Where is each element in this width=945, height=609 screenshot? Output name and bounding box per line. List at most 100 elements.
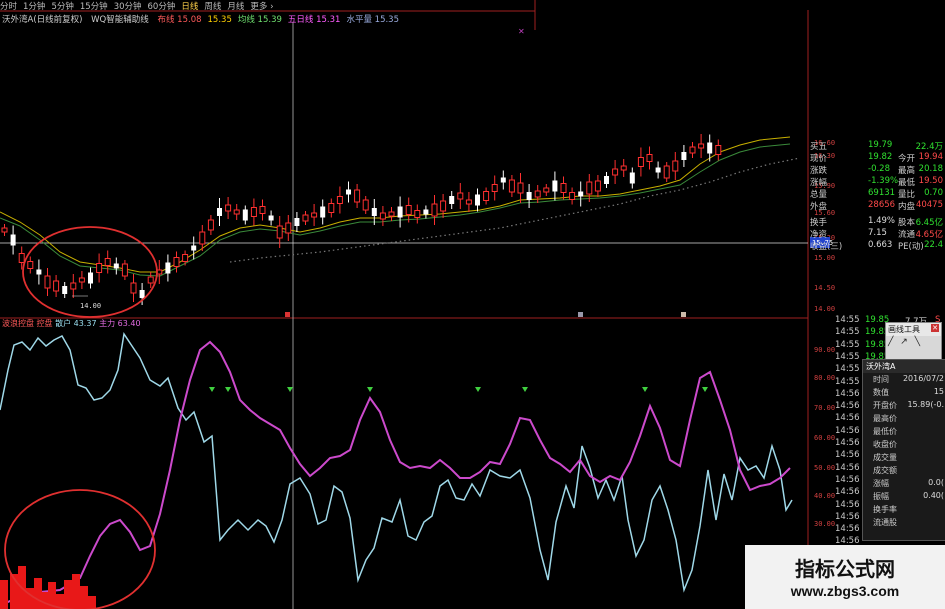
candle-up bbox=[379, 212, 386, 220]
kline-chart[interactable]: 16.6016.3015.9015.6015.3015.0014.5014.00… bbox=[0, 0, 945, 609]
candle-up bbox=[543, 187, 550, 193]
candle-up bbox=[465, 199, 472, 205]
quote-key: 涨幅 bbox=[810, 178, 828, 188]
quote-key-2: 股本 bbox=[898, 218, 916, 228]
bar-info-window[interactable]: 沃外湾A 时间 2016/07/2 数值 15 开盘价 15.89(-0. 最高价 最低价 收盘… bbox=[862, 359, 945, 541]
quote-row: 换手 1.49% 股本 6.45亿 bbox=[808, 216, 945, 228]
candle-up bbox=[225, 204, 232, 212]
info-row: 成交额 bbox=[863, 465, 945, 476]
quote-value-2: 6.45亿 bbox=[915, 218, 943, 228]
candle-up bbox=[207, 219, 214, 231]
candle-up bbox=[698, 143, 705, 149]
tab-2[interactable]: 5分钟 bbox=[51, 2, 73, 12]
info-key: 时间 bbox=[873, 375, 889, 384]
quote-key: 净资 bbox=[810, 230, 828, 240]
tick-time: 14:56 bbox=[835, 450, 860, 461]
sub-axis-tick: 90.00 bbox=[814, 346, 835, 354]
candle-up bbox=[483, 191, 490, 201]
tab-1[interactable]: 1分钟 bbox=[23, 2, 45, 12]
info-key: 换手率 bbox=[873, 505, 897, 514]
tick-time: 14:56 bbox=[835, 413, 860, 424]
tick-time: 14:55 bbox=[835, 351, 860, 362]
tick-time: 14:55 bbox=[835, 315, 860, 325]
info-value: 0.0( bbox=[928, 478, 944, 487]
candle-up bbox=[285, 222, 292, 234]
info-key: 成交量 bbox=[873, 453, 897, 462]
candle-up bbox=[569, 192, 576, 200]
candle-down bbox=[423, 209, 429, 215]
candle-up bbox=[586, 181, 593, 195]
candlesticks bbox=[1, 134, 722, 305]
info-key: 涨幅 bbox=[873, 479, 889, 488]
tick-time: 14:56 bbox=[835, 511, 860, 522]
info-key: 成交额 bbox=[873, 466, 897, 475]
quote-value: 7.15 bbox=[868, 228, 887, 238]
quote-row: 买五 19.79 22.4万 bbox=[808, 140, 945, 152]
info-row: 数值 15 bbox=[863, 387, 945, 398]
candle-up bbox=[250, 207, 257, 217]
info-row: 开盘价 15.89(-0. bbox=[863, 400, 945, 411]
quote-row: 总量 69131 量比 0.70 bbox=[808, 188, 945, 200]
tick-time: 14:56 bbox=[835, 401, 860, 412]
candle-up bbox=[78, 277, 85, 283]
tab-6[interactable]: 日线 bbox=[181, 2, 198, 12]
candle-down bbox=[629, 172, 635, 184]
candle-up bbox=[96, 263, 103, 273]
candle-up bbox=[508, 179, 515, 193]
draw-tool-window[interactable]: 画线工具 ✕ ╱ ↗ ╲ bbox=[885, 322, 942, 360]
candle-down bbox=[62, 286, 68, 294]
tick-time: 14:55 bbox=[835, 376, 860, 387]
info-row: 流通股 bbox=[863, 517, 945, 528]
signal-triangle bbox=[367, 387, 373, 392]
quote-row: 收益(三) 0.663 PE(动) 22.4 bbox=[808, 240, 945, 252]
close-icon[interactable]: ✕ bbox=[931, 324, 939, 332]
sub-item: 主力 63.40 bbox=[96, 319, 141, 328]
candle-up bbox=[431, 203, 438, 217]
candle-up bbox=[405, 205, 412, 215]
ma-line-dotted bbox=[229, 157, 801, 263]
ma-item: 布线 15.08 bbox=[157, 15, 202, 25]
tab-5[interactable]: 60分钟 bbox=[148, 2, 176, 12]
candle-up bbox=[147, 276, 154, 284]
info-title: 沃外湾A bbox=[863, 360, 945, 373]
candle-up bbox=[491, 184, 498, 192]
candle-up bbox=[328, 203, 335, 213]
quote-value-2: 19.50 bbox=[918, 176, 943, 186]
tab-0[interactable]: 分时 bbox=[0, 2, 17, 12]
quote-key-2: 内盘 bbox=[898, 202, 916, 212]
candle-up bbox=[182, 254, 189, 262]
tab-4[interactable]: 30分钟 bbox=[114, 2, 142, 12]
info-key: 收盘价 bbox=[873, 440, 897, 449]
tick-time: 14:56 bbox=[835, 425, 860, 436]
volume-bar bbox=[26, 588, 34, 609]
candle-up bbox=[18, 253, 25, 263]
sub-axis-tick: 30.00 bbox=[814, 520, 835, 528]
candle-up bbox=[27, 261, 34, 269]
quote-value: 19.79 bbox=[868, 140, 893, 150]
tab-3[interactable]: 15分钟 bbox=[80, 2, 108, 12]
signal-triangle bbox=[287, 387, 293, 392]
draw-line-icons[interactable]: ╱ ↗ ╲ bbox=[886, 336, 941, 348]
quote-panel: 买五 19.79 22.4万 现价 19.82 今开 19.94 涨跌 -0.28 最高 20.18… bbox=[808, 138, 945, 318]
volume-bar bbox=[72, 574, 80, 609]
candle-up bbox=[336, 196, 343, 204]
candle-up bbox=[354, 189, 361, 203]
info-key: 最低价 bbox=[873, 427, 897, 436]
tab-7[interactable]: 周线 bbox=[204, 2, 221, 12]
candle-down bbox=[526, 192, 532, 200]
sub-line-magenta bbox=[0, 340, 791, 607]
ma-line-green bbox=[0, 143, 791, 277]
info-key: 数值 bbox=[873, 388, 889, 397]
close-x-icon[interactable]: ✕ bbox=[518, 27, 525, 36]
signal-triangle bbox=[642, 387, 648, 392]
watermark: 指标公式网 www.zbgs3.com bbox=[745, 545, 945, 609]
sub-item: 散户 43.37 bbox=[52, 319, 97, 328]
quote-value-2: 22.4 bbox=[924, 240, 943, 250]
info-value: 0.40( bbox=[923, 491, 944, 500]
watermark-url: www.zbgs3.com bbox=[790, 583, 900, 599]
candle-up bbox=[440, 200, 447, 212]
tab-9[interactable]: 更多 › bbox=[250, 2, 273, 12]
tab-8[interactable]: 月线 bbox=[227, 2, 244, 12]
candle-up bbox=[594, 180, 601, 192]
quote-value-2: 22.4万 bbox=[915, 142, 943, 152]
